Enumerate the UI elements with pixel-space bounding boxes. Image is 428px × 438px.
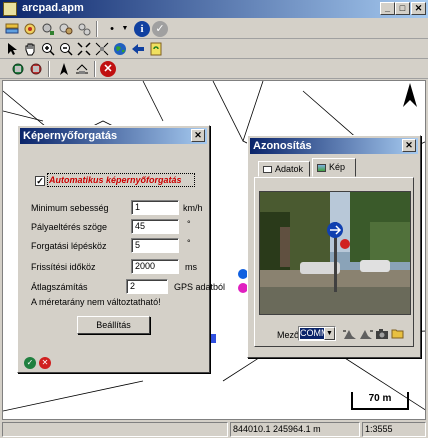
tab-kep-label: Kép [329, 162, 346, 172]
rotation-step-unit: ° [187, 238, 191, 248]
table-icon [263, 166, 272, 174]
north-arrow [401, 83, 419, 109]
point-tool-icon[interactable]: • [104, 21, 120, 37]
gps-icon[interactable] [22, 21, 38, 37]
cancel-dialog-icon[interactable]: ✕ [39, 357, 51, 369]
track-deviation-unit: ° [187, 219, 191, 229]
identify-dialog-title: Azonosítás ✕ [250, 138, 418, 154]
cancel-icon[interactable]: ✕ [100, 61, 116, 77]
open-folder-icon[interactable] [390, 326, 406, 342]
refresh-interval-input[interactable]: 2000 [131, 259, 179, 274]
scale-display: 1:3555 [362, 422, 426, 437]
settings-button[interactable]: Beállítás [77, 316, 150, 334]
arcpad-app-icon [3, 2, 17, 16]
identify-close-button[interactable]: ✕ [402, 139, 416, 152]
track-deviation-input[interactable]: 45 [131, 219, 179, 234]
capture-icon[interactable] [10, 61, 26, 77]
capture-stop-icon[interactable] [28, 61, 44, 77]
app-title-bar: arcpad.apm _ □ ✕ [0, 0, 428, 18]
field-select[interactable]: COMM ▼ [298, 326, 336, 341]
status-bar: 844010.1 245964.1 m 1:3555 [0, 421, 428, 438]
info-icon[interactable]: i [134, 21, 150, 37]
photo-scene [260, 192, 410, 314]
gps-tools-icon[interactable] [58, 21, 74, 37]
photo-prev-icon[interactable] [342, 326, 358, 342]
refresh-interval-label: Frissítési időköz [31, 262, 96, 272]
tab-adatok[interactable]: Adatok [258, 161, 310, 177]
tab-adatok-label: Adatok [275, 164, 304, 174]
photo-image [259, 191, 411, 315]
toolbar-main: • ▼ i ✓ [0, 19, 428, 39]
rotation-step-label: Forgatási lépésköz [31, 241, 107, 251]
close-button[interactable]: ✕ [411, 2, 426, 15]
auto-rotate-checkbox[interactable]: ✓ [35, 176, 45, 186]
toolbar-separator [94, 61, 96, 77]
screen-rotation-close-button[interactable]: ✕ [191, 129, 205, 142]
chevron-down-icon[interactable]: ▼ [324, 327, 335, 340]
gps-settings-icon[interactable] [76, 21, 92, 37]
field-select-value: COMM [300, 328, 325, 339]
zoom-in-icon[interactable] [40, 41, 56, 57]
minimize-button[interactable]: _ [380, 2, 395, 15]
toolbar-tools: ✕ [0, 59, 428, 79]
min-speed-label: Minimum sebesség [31, 203, 109, 213]
screen-rotation-dialog-title: Képernyőforgatás ✕ [20, 128, 207, 144]
globe-icon[interactable] [112, 41, 128, 57]
coordinates-display: 844010.1 245964.1 m [230, 422, 360, 437]
ok-icon[interactable]: ✓ [24, 357, 36, 369]
field-label: Mező [277, 330, 300, 340]
refresh-icon[interactable] [148, 41, 164, 57]
scale-note: A méretarány nem változtatható! [31, 297, 161, 307]
maximize-button[interactable]: □ [395, 2, 410, 15]
dropdown-arrow-icon[interactable]: ▼ [120, 21, 130, 37]
camera-icon[interactable] [374, 326, 390, 342]
rotation-step-input[interactable]: 5 [131, 238, 179, 253]
averaging-input[interactable]: 2 [126, 279, 168, 294]
min-speed-input[interactable]: 1 [131, 200, 179, 215]
auto-rotate-label-box[interactable]: Automatikus képernyőforgatás [47, 173, 195, 187]
checkmark-icon[interactable]: ✓ [152, 21, 168, 37]
picture-icon [317, 163, 326, 172]
zoom-layer-icon[interactable] [94, 41, 110, 57]
status-message [2, 422, 228, 437]
scale-bar: 70 m [351, 392, 409, 410]
zoom-full-icon[interactable] [76, 41, 92, 57]
scale-tool-icon[interactable] [74, 61, 90, 77]
tab-kep[interactable]: Kép [312, 158, 356, 177]
screen-rotation-dialog: Képernyőforgatás ✕ ✓ Automatikus képerny… [17, 125, 225, 373]
layers-icon[interactable] [4, 21, 20, 37]
pan-hand-icon[interactable] [22, 41, 38, 57]
identify-title-text: Azonosítás [253, 140, 312, 152]
averaging-suffix: GPS adatból [174, 282, 226, 292]
app-title: arcpad.apm [22, 2, 84, 14]
north-arrow-tool-icon[interactable] [56, 61, 72, 77]
gps-position-icon[interactable] [40, 21, 56, 37]
averaging-label: Átlagszámítás [31, 282, 88, 292]
screen-rotation-title-text: Képernyőforgatás [23, 130, 118, 142]
zoom-out-icon[interactable] [58, 41, 74, 57]
track-deviation-label: Pályaeltérés szöge [31, 222, 108, 232]
toolbar-navigation [0, 39, 428, 59]
toolbar-separator [48, 61, 50, 77]
refresh-interval-unit: ms [185, 262, 197, 272]
photo-next-icon[interactable] [358, 326, 374, 342]
select-arrow-icon[interactable] [4, 41, 20, 57]
min-speed-unit: km/h [183, 203, 203, 213]
identify-dialog: Azonosítás ✕ Adatok Kép Mező COMM ▼ [247, 135, 421, 358]
back-arrow-icon[interactable] [130, 41, 146, 57]
toolbar-separator [96, 21, 98, 37]
auto-rotate-label: Automatikus képernyőforgatás [49, 175, 182, 185]
